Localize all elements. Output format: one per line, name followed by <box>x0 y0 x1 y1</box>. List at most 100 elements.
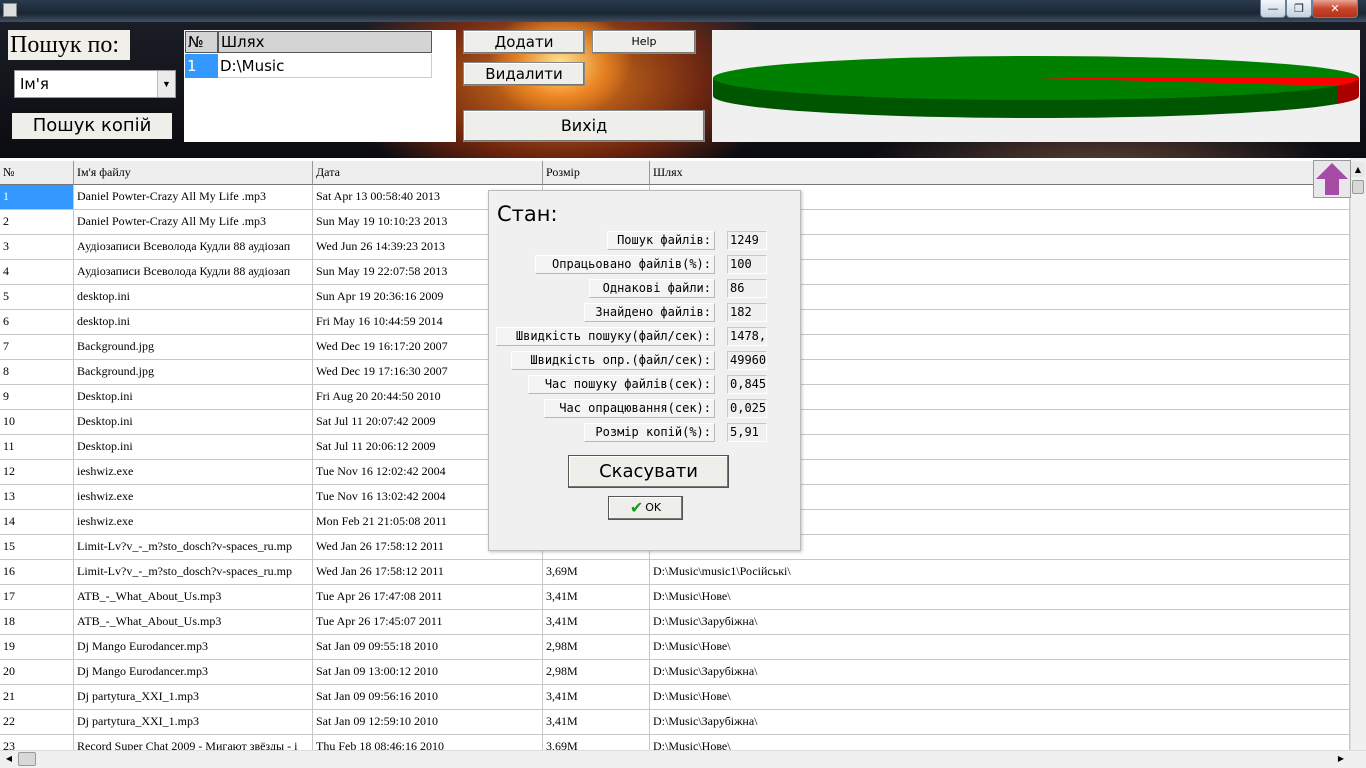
table-cell-path[interactable]: D:\Music\music1\Російські\ <box>650 560 1350 585</box>
vertical-scroll-thumb[interactable] <box>1352 180 1364 194</box>
column-header-name[interactable]: Ім'я файлу <box>74 161 313 185</box>
table-cell-name[interactable]: Аудіозаписи Всеволода Кудли 88 аудіозап <box>74 235 313 260</box>
copies-pie-chart <box>712 30 1360 142</box>
column-header-no[interactable]: № <box>0 161 74 185</box>
table-cell-name[interactable]: Background.jpg <box>74 360 313 385</box>
help-button[interactable]: Help <box>592 30 696 54</box>
maximize-button[interactable]: ❐ <box>1286 0 1312 18</box>
ok-label: OK <box>645 501 662 514</box>
table-cell-date[interactable]: Sat Jan 09 13:00:12 2010 <box>313 660 543 685</box>
column-header-size[interactable]: Розмір <box>543 161 650 185</box>
paths-row-path[interactable]: D:\Music <box>218 54 432 78</box>
stat-label: Час опрацювання(сек): <box>544 399 715 418</box>
table-cell-name[interactable]: desktop.ini <box>74 285 313 310</box>
table-cell-size[interactable]: 3,41M <box>543 710 650 735</box>
table-cell-no[interactable]: 6 <box>0 310 74 335</box>
cancel-button[interactable]: Скасувати <box>568 455 729 488</box>
table-cell-no[interactable]: 1 <box>0 185 74 210</box>
table-cell-name[interactable]: Desktop.ini <box>74 385 313 410</box>
table-cell-date[interactable]: Tue Apr 26 17:45:07 2011 <box>313 610 543 635</box>
find-copies-button[interactable]: Пошук копій <box>10 111 174 141</box>
table-cell-no[interactable]: 17 <box>0 585 74 610</box>
table-cell-name[interactable]: Daniel Powter-Crazy All My Life .mp3 <box>74 185 313 210</box>
table-cell-no[interactable]: 12 <box>0 460 74 485</box>
column-header-path[interactable]: Шлях <box>650 161 1350 185</box>
minimize-button[interactable]: — <box>1260 0 1286 18</box>
horizontal-scroll-thumb[interactable] <box>18 752 36 766</box>
stat-value: 86 <box>727 279 767 298</box>
table-cell-date[interactable]: Tue Apr 26 17:47:08 2011 <box>313 585 543 610</box>
table-cell-no[interactable]: 19 <box>0 635 74 660</box>
table-cell-name[interactable]: Dj Mango Eurodancer.mp3 <box>74 635 313 660</box>
table-cell-no[interactable]: 8 <box>0 360 74 385</box>
table-cell-no[interactable]: 11 <box>0 435 74 460</box>
table-cell-no[interactable]: 2 <box>0 210 74 235</box>
table-cell-no[interactable]: 13 <box>0 485 74 510</box>
table-cell-path[interactable]: D:\Music\Зарубіжна\ <box>650 710 1350 735</box>
stat-label: Швидкість пошуку(файл/сек): <box>496 327 715 346</box>
table-cell-no[interactable]: 18 <box>0 610 74 635</box>
table-cell-size[interactable]: 3,41M <box>543 610 650 635</box>
table-cell-no[interactable]: 5 <box>0 285 74 310</box>
stat-label: Однакові файли: <box>589 279 715 298</box>
search-criterion-select[interactable]: Ім'я <box>14 70 176 98</box>
table-cell-name[interactable]: Limit-Lv?v_-_m?sto_dosch?v-spaces_ru.mp <box>74 535 313 560</box>
table-cell-name[interactable]: Limit-Lv?v_-_m?sto_dosch?v-spaces_ru.mp <box>74 560 313 585</box>
table-cell-no[interactable]: 4 <box>0 260 74 285</box>
table-cell-name[interactable]: Dj partytura_XXI_1.mp3 <box>74 710 313 735</box>
scroll-to-top-button[interactable] <box>1313 160 1351 198</box>
table-cell-date[interactable]: Sat Jan 09 12:59:10 2010 <box>313 710 543 735</box>
table-cell-name[interactable]: ATB_-_What_About_Us.mp3 <box>74 585 313 610</box>
horizontal-scrollbar[interactable] <box>0 750 1366 768</box>
scroll-up-arrow-icon[interactable]: ▲ <box>1351 162 1365 177</box>
scroll-left-arrow-icon[interactable]: ◀ <box>2 752 16 766</box>
vertical-scrollbar[interactable] <box>1350 158 1366 750</box>
chevron-down-icon[interactable]: ▼ <box>157 71 175 97</box>
add-button[interactable]: Додати <box>463 30 585 54</box>
table-cell-date[interactable]: Sat Jan 09 09:56:16 2010 <box>313 685 543 710</box>
table-cell-size[interactable]: 2,98M <box>543 660 650 685</box>
table-cell-size[interactable]: 2,98M <box>543 635 650 660</box>
table-cell-path[interactable]: D:\Music\Нове\ <box>650 585 1350 610</box>
table-cell-size[interactable]: 3,69M <box>543 560 650 585</box>
table-cell-no[interactable]: 21 <box>0 685 74 710</box>
table-cell-no[interactable]: 10 <box>0 410 74 435</box>
table-cell-date[interactable]: Wed Jan 26 17:58:12 2011 <box>313 560 543 585</box>
table-cell-date[interactable]: Sat Jan 09 09:55:18 2010 <box>313 635 543 660</box>
scroll-right-arrow-icon[interactable]: ▶ <box>1334 752 1348 766</box>
table-cell-name[interactable]: ieshwiz.exe <box>74 510 313 535</box>
table-cell-name[interactable]: Dj Mango Eurodancer.mp3 <box>74 660 313 685</box>
table-cell-no[interactable]: 14 <box>0 510 74 535</box>
table-cell-name[interactable]: Background.jpg <box>74 335 313 360</box>
table-cell-no[interactable]: 22 <box>0 710 74 735</box>
ok-button[interactable]: ✔ OK <box>608 496 683 520</box>
table-cell-name[interactable]: Desktop.ini <box>74 435 313 460</box>
remove-button[interactable]: Видалити <box>463 62 585 86</box>
table-cell-name[interactable]: desktop.ini <box>74 310 313 335</box>
table-cell-no[interactable]: 7 <box>0 335 74 360</box>
table-cell-no[interactable]: 15 <box>0 535 74 560</box>
exit-button[interactable]: Вихід <box>463 110 705 142</box>
table-cell-size[interactable]: 3,41M <box>543 585 650 610</box>
table-cell-name[interactable]: ieshwiz.exe <box>74 460 313 485</box>
table-cell-name[interactable]: ieshwiz.exe <box>74 485 313 510</box>
table-cell-name[interactable]: Desktop.ini <box>74 410 313 435</box>
table-cell-path[interactable]: D:\Music\Нове\ <box>650 635 1350 660</box>
table-cell-path[interactable]: D:\Music\Нове\ <box>650 685 1350 710</box>
paths-row-number[interactable]: 1 <box>185 54 218 78</box>
pie-chart-svg <box>713 56 1359 118</box>
close-button[interactable]: ✕ <box>1312 0 1358 18</box>
table-cell-size[interactable]: 3,41M <box>543 685 650 710</box>
table-cell-no[interactable]: 16 <box>0 560 74 585</box>
table-cell-no[interactable]: 9 <box>0 385 74 410</box>
column-header-date[interactable]: Дата <box>313 161 543 185</box>
table-cell-name[interactable]: Аудіозаписи Всеволода Кудли 88 аудіозап <box>74 260 313 285</box>
table-cell-path[interactable]: D:\Music\Зарубіжна\ <box>650 610 1350 635</box>
table-cell-name[interactable]: Dj partytura_XXI_1.mp3 <box>74 685 313 710</box>
table-cell-no[interactable]: 3 <box>0 235 74 260</box>
stat-label: Пошук файлів: <box>607 231 715 250</box>
table-cell-name[interactable]: ATB_-_What_About_Us.mp3 <box>74 610 313 635</box>
table-cell-no[interactable]: 20 <box>0 660 74 685</box>
table-cell-path[interactable]: D:\Music\Зарубіжна\ <box>650 660 1350 685</box>
table-cell-name[interactable]: Daniel Powter-Crazy All My Life .mp3 <box>74 210 313 235</box>
